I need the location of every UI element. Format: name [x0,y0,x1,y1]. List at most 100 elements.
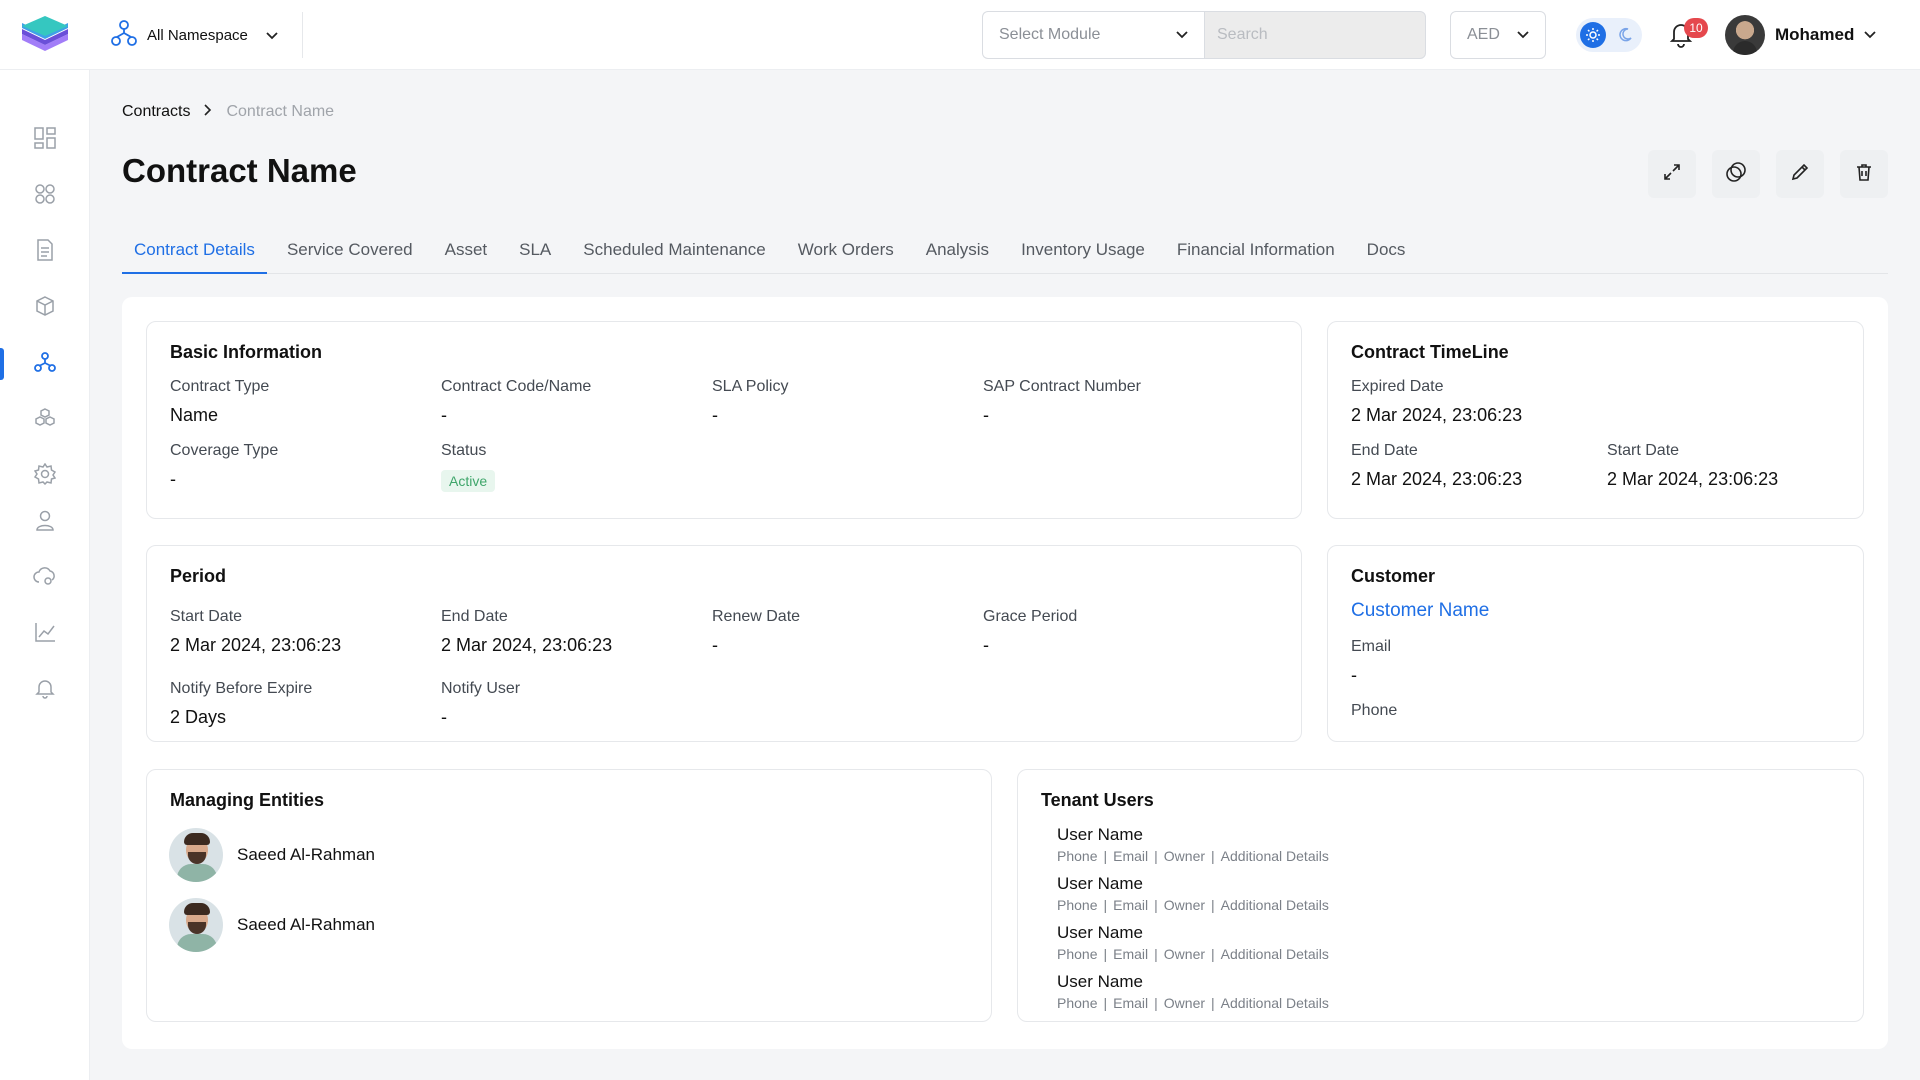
namespace-label: All Namespace [147,26,248,44]
sap-contract-number-field: SAP Contract Number - [983,378,1141,426]
module-select-placeholder: Select Module [999,26,1101,43]
field-label: Status [441,442,487,459]
contract-type-field: Contract Type Name [170,378,269,426]
sidebar-item-assets[interactable] [0,286,90,330]
field-label: Email [1351,638,1392,655]
status-field: Status Active [441,442,496,492]
tab-contract-details[interactable]: Contract Details [122,236,267,274]
field-label: Start Date [170,608,243,625]
page-title: Contract Name [122,152,357,189]
tab-sla[interactable]: SLA [507,236,563,274]
chevron-down-icon [1517,26,1529,44]
field-value: 2 Mar 2024, 23:06:23 [1607,469,1779,489]
field-label: End Date [1351,442,1418,459]
field-label: Phone [1351,702,1398,719]
theme-toggle[interactable] [1576,18,1642,52]
currency-select[interactable]: AED [1450,11,1546,59]
sidebar-item-cloud[interactable] [0,556,90,600]
list-item[interactable]: Saeed Al-Rahman [169,828,375,882]
field-label: Notify Before Expire [170,680,313,697]
notify-user-field: Notify User - [441,680,520,728]
customer-email-field: Email - [1351,638,1391,686]
card-title: Period [170,566,227,586]
stack-icon [34,407,56,434]
user-menu[interactable]: Mohamed [1725,15,1876,55]
contract-timeline-card: Contract TimeLine Expired Date 2 Mar 202… [1327,321,1864,519]
sidebar-item-inventory[interactable] [0,398,90,442]
notification-count-badge: 10 [1684,18,1708,38]
tenant-user-meta: Phone | Email | Owner | Additional Details [1057,897,1329,913]
tenant-user-name: User Name [1057,923,1143,942]
field-value: - [441,707,447,727]
tenant-user-name: User Name [1057,874,1143,893]
tab-scheduled-maintenance[interactable]: Scheduled Maintenance [571,236,777,274]
customer-phone-field: Phone [1351,702,1397,720]
field-value: 2 Mar 2024, 23:06:23 [1351,405,1523,425]
cloud-settings-icon [33,565,57,592]
edit-button[interactable] [1776,150,1824,198]
avatar [1725,15,1765,55]
field-value: 2 Mar 2024, 23:06:23 [1351,469,1523,489]
field-label: Expired Date [1351,378,1444,395]
sidebar [0,70,90,1080]
tenant-user-meta: Phone | Email | Owner | Additional Details [1057,848,1329,864]
module-select[interactable]: Select Module [982,11,1204,59]
delete-button[interactable] [1840,150,1888,198]
page-actions [1648,150,1888,198]
sidebar-item-users[interactable] [0,500,90,544]
sidebar-item-reports[interactable] [0,612,90,656]
list-item[interactable]: Saeed Al-Rahman [169,898,375,952]
sidebar-item-documents[interactable] [0,230,90,274]
field-label: Renew Date [712,608,801,625]
sidebar-item-settings[interactable] [0,454,90,498]
namespace-selector[interactable]: All Namespace [111,19,278,51]
period-start-date-field: Start Date 2 Mar 2024, 23:06:23 [170,608,341,656]
list-item: User Name Phone | Email | Owner | Additional D… [1057,825,1329,864]
tab-analysis[interactable]: Analysis [914,236,1001,274]
expand-icon [1662,162,1682,187]
sidebar-item-contracts[interactable] [0,342,90,386]
field-label: Contract Type [170,378,270,395]
notify-before-expire-field: Notify Before Expire 2 Days [170,680,312,728]
tenant-users-card: Tenant Users User Name Phone | Email | Owner… [1017,769,1864,1022]
breadcrumb: Contracts Contract Name [122,103,334,121]
tab-docs[interactable]: Docs [1355,236,1418,274]
document-icon [34,238,56,266]
tab-bar: Contract Details Service Covered Asset S… [122,236,1888,274]
app-logo-icon[interactable] [18,14,72,56]
tab-inventory-usage[interactable]: Inventory Usage [1009,236,1157,274]
divider [302,12,303,58]
tab-asset[interactable]: Asset [433,236,500,274]
card-title: Basic Information [170,342,323,362]
tab-financial-information[interactable]: Financial Information [1165,236,1347,274]
field-label: Coverage Type [170,442,279,459]
bell-icon [34,677,56,704]
chevron-down-icon [1176,26,1188,44]
sla-policy-field: SLA Policy - [712,378,788,426]
sidebar-item-notifications[interactable] [0,668,90,712]
user-icon [34,509,56,536]
avatar [169,828,223,882]
status-badge: Active [441,470,496,492]
sidebar-item-dashboard[interactable] [0,118,90,162]
notification-bell-icon[interactable]: 10 [1668,18,1708,50]
tab-work-orders[interactable]: Work Orders [786,236,906,274]
entity-name: Saeed Al-Rahman [237,915,375,934]
field-label: SAP Contract Number [983,378,1141,395]
managing-entities-card: Managing Entities Saeed Al-Rahman Saeed … [146,769,992,1022]
sidebar-item-modules[interactable] [0,174,90,218]
breadcrumb-current: Contract Name [226,103,335,120]
expired-date-field: Expired Date 2 Mar 2024, 23:06:23 [1351,378,1522,426]
tab-service-covered[interactable]: Service Covered [275,236,425,274]
box-icon [34,295,56,322]
chevron-down-icon [1864,26,1876,44]
breadcrumb-contracts-link[interactable]: Contracts [122,103,190,121]
expand-button[interactable] [1648,150,1696,198]
customer-name-link[interactable]: Customer Name [1351,600,1489,621]
tenant-user-name: User Name [1057,825,1143,844]
field-value: 2 Mar 2024, 23:06:23 [441,635,613,655]
field-value: - [712,405,718,425]
duplicate-button[interactable] [1712,150,1760,198]
gear-icon [33,462,57,490]
search-input[interactable] [1204,11,1426,59]
